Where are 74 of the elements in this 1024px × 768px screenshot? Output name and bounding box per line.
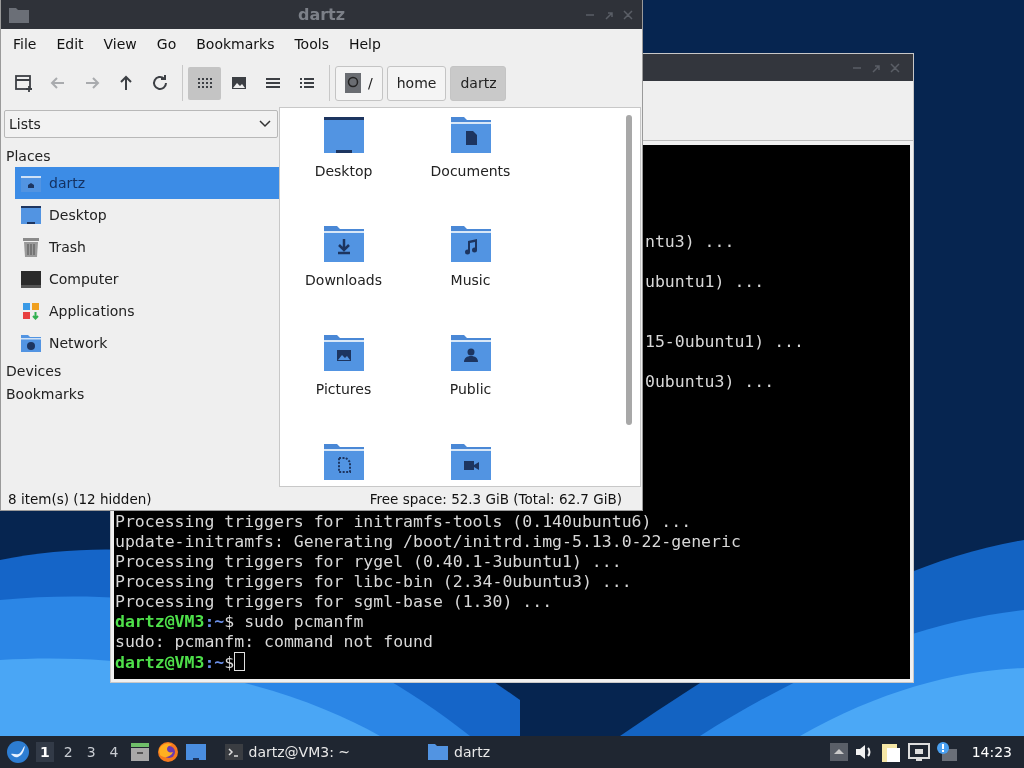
- workspace-button[interactable]: 1: [36, 742, 54, 762]
- terminal-line: sudo: pcmanfm: command not found: [114, 632, 434, 652]
- section-header[interactable]: Bookmarks: [4, 382, 279, 405]
- place-item[interactable]: Desktop: [15, 199, 279, 231]
- icon-view-button[interactable]: [188, 66, 221, 100]
- folder-icon[interactable]: [448, 115, 493, 155]
- folder-icon[interactable]: [428, 743, 449, 761]
- file-name[interactable]: Public: [449, 381, 492, 397]
- side-pane-dropdown[interactable]: Lists: [4, 110, 278, 138]
- task-button[interactable]: dartz: [422, 743, 497, 761]
- new-tab-icon[interactable]: [13, 73, 34, 93]
- menu-item[interactable]: File: [3, 36, 47, 52]
- terminal-line: 15-0ubuntu1) ...: [644, 332, 804, 352]
- folder-icon[interactable]: [321, 333, 366, 373]
- path-button[interactable]: dartz: [450, 65, 507, 101]
- workspace-button[interactable]: 3: [82, 742, 100, 762]
- item-count: 8 item(s) (12 hidden): [8, 490, 152, 507]
- file-name[interactable]: Downloads: [305, 272, 382, 288]
- desktop-icon[interactable]: [184, 741, 207, 763]
- section-header[interactable]: Devices: [4, 359, 279, 382]
- menu-item[interactable]: View: [93, 36, 147, 52]
- terminal-line: dartz@VM3:~$: [114, 652, 910, 672]
- file-name[interactable]: Documents: [430, 163, 511, 179]
- folder-icon[interactable]: [448, 224, 493, 264]
- chevron-down-icon[interactable]: [259, 120, 271, 128]
- monitor-icon[interactable]: [20, 268, 42, 290]
- window-title: dartz: [296, 5, 347, 24]
- folder-icon[interactable]: [321, 442, 366, 482]
- terminal-line: Processing triggers for initramfs-tools (0.140ubuntu6) ...: [114, 512, 693, 532]
- file-manager-icon[interactable]: [128, 741, 151, 763]
- file-name[interactable]: Desktop: [314, 163, 373, 179]
- menu-item[interactable]: Help: [338, 36, 391, 52]
- file-name[interactable]: Pictures: [315, 381, 372, 397]
- folder-icon: [9, 6, 29, 23]
- folder-icon[interactable]: [321, 115, 366, 155]
- notification-icon[interactable]: [935, 741, 958, 763]
- terminal-line: update-initramfs: Generating /boot/initrd.img-5.13.0-22-generic: [114, 532, 742, 552]
- folder-icon[interactable]: [448, 442, 493, 482]
- menu-item[interactable]: Edit: [46, 36, 94, 52]
- menu-item[interactable]: Tools: [284, 36, 339, 52]
- place-item[interactable]: Applications: [15, 295, 279, 327]
- applications-icon[interactable]: [20, 300, 42, 322]
- folder-icon[interactable]: [321, 224, 366, 264]
- network-folder-icon[interactable]: [20, 332, 42, 354]
- terminal-line: 0ubuntu3) ...: [644, 372, 775, 392]
- menu-item[interactable]: Go: [146, 36, 187, 52]
- place-item[interactable]: Network: [15, 327, 279, 359]
- desktop-icon[interactable]: [20, 204, 42, 226]
- menu-item[interactable]: Bookmarks: [186, 36, 285, 52]
- place-item[interactable]: Computer: [15, 263, 279, 295]
- place-item[interactable]: Trash: [15, 231, 279, 263]
- terminal-line: Processing triggers for rygel (0.40.1-3ubuntu1) ...: [114, 552, 623, 572]
- workspace-button[interactable]: 4: [105, 742, 123, 762]
- section-header[interactable]: Places: [4, 144, 279, 167]
- place-item[interactable]: dartz: [15, 167, 279, 199]
- network-icon[interactable]: [907, 742, 930, 762]
- free-space: Free space: 52.3 GiB (Total: 62.7 GiB): [369, 490, 622, 507]
- workspace-button[interactable]: 2: [59, 742, 77, 762]
- clock[interactable]: 14:23: [971, 744, 1018, 760]
- clipboard-icon[interactable]: [879, 741, 902, 763]
- terminal-line: ubuntu1) ...: [644, 272, 765, 292]
- task-button[interactable]: dartz@VM3: ~: [218, 743, 357, 761]
- terminal-line: Processing triggers for sgml-base (1.30) ...: [114, 592, 554, 612]
- terminal-line: ntu3) ...: [644, 232, 735, 252]
- folder-icon[interactable]: [448, 333, 493, 373]
- terminal-line: Processing triggers for libc-bin (2.34-0ubuntu3) ...: [114, 572, 633, 592]
- file-name[interactable]: Music: [450, 272, 491, 288]
- trash-icon[interactable]: [20, 236, 42, 258]
- start-menu-icon[interactable]: [6, 740, 30, 764]
- terminal-line: dartz@VM3:~$ sudo pcmanfm: [114, 612, 365, 632]
- drive-icon[interactable]: [345, 73, 361, 93]
- path-button[interactable]: home: [386, 65, 447, 101]
- terminal-icon[interactable]: [224, 743, 243, 761]
- path-button[interactable]: /: [335, 65, 383, 101]
